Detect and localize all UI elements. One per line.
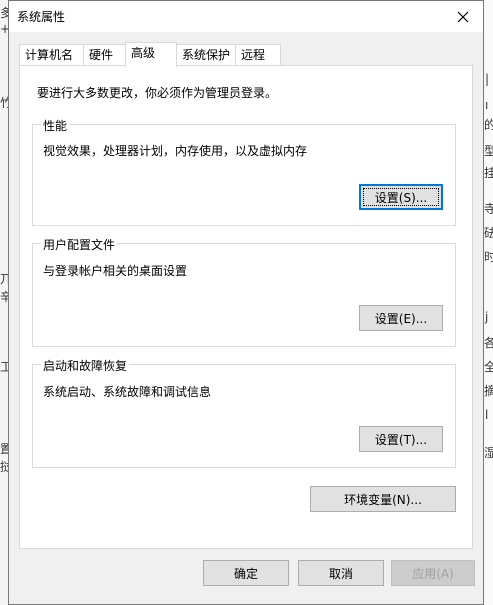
- background-text: 挂: [484, 166, 493, 180]
- background-text: ı: [485, 98, 489, 112]
- performance-settings-button[interactable]: 设置(S)...: [359, 184, 443, 210]
- apply-button[interactable]: 应用(A): [391, 560, 475, 586]
- admin-notice: 要进行大多数更改，你必须作为管理员登录。: [37, 86, 278, 100]
- user-profiles-legend: 用户配置文件: [41, 236, 118, 253]
- system-properties-dialog: 系统属性 计算机名 硬件 高级 系统保护 远程 要进行大多数更改，你必须作为管理…: [8, 0, 484, 605]
- tab-computer-name[interactable]: 计算机名: [19, 44, 84, 66]
- background-text: l: [485, 408, 489, 422]
- background-text: 寺: [484, 202, 493, 216]
- background-text: 的: [484, 118, 493, 132]
- startup-recovery-legend: 启动和故障恢复: [41, 357, 130, 374]
- tab-system-protection[interactable]: 系统保护: [176, 44, 236, 66]
- window-title: 系统属性: [17, 10, 66, 24]
- performance-description: 视觉效果，处理器计划，内存使用，以及虚拟内存: [43, 144, 308, 158]
- startup-recovery-group: 启动和故障恢复 系统启动、系统故障和调试信息 设置(T)...: [32, 357, 456, 468]
- environment-variables-button[interactable]: 环境变量(N)...: [310, 486, 456, 512]
- background-text: j: [485, 310, 489, 324]
- user-profiles-group: 用户配置文件 与登录帐户相关的桌面设置 设置(E)...: [32, 236, 456, 347]
- background-text: 型: [484, 144, 493, 158]
- close-icon: [457, 11, 469, 22]
- cancel-button[interactable]: 取消: [298, 560, 384, 586]
- close-button[interactable]: [443, 1, 483, 32]
- background-text: |: [485, 72, 490, 86]
- user-profiles-settings-button[interactable]: 设置(E)...: [359, 305, 443, 331]
- background-text: 砝: [484, 226, 493, 240]
- title-bar[interactable]: 系统属性: [9, 1, 483, 32]
- background-text: 湿: [484, 446, 493, 460]
- background-window-right: | ı 的 型 挂 寺 砝 时 j 各 全 摘 l 湿: [484, 0, 493, 605]
- background-text: 时: [484, 250, 493, 264]
- background-text: 摘: [484, 384, 493, 398]
- background-text: 全: [484, 360, 493, 374]
- startup-recovery-description: 系统启动、系统故障和调试信息: [43, 385, 212, 399]
- tab-hardware[interactable]: 硬件: [83, 44, 128, 66]
- performance-group: 性能 视觉效果，处理器计划，内存使用，以及虚拟内存 设置(S)...: [32, 117, 456, 226]
- background-text: 各: [484, 336, 493, 350]
- user-profiles-description: 与登录帐户相关的桌面设置: [43, 264, 188, 278]
- ok-button[interactable]: 确定: [203, 560, 289, 586]
- startup-recovery-settings-button[interactable]: 设置(T)...: [359, 426, 443, 452]
- advanced-tab-panel: 要进行大多数更改，你必须作为管理员登录。 性能 视觉效果，处理器计划，内存使用，…: [19, 65, 473, 549]
- tab-advanced[interactable]: 高级: [125, 42, 177, 67]
- performance-legend: 性能: [41, 117, 70, 134]
- tab-remote[interactable]: 远程: [235, 44, 281, 66]
